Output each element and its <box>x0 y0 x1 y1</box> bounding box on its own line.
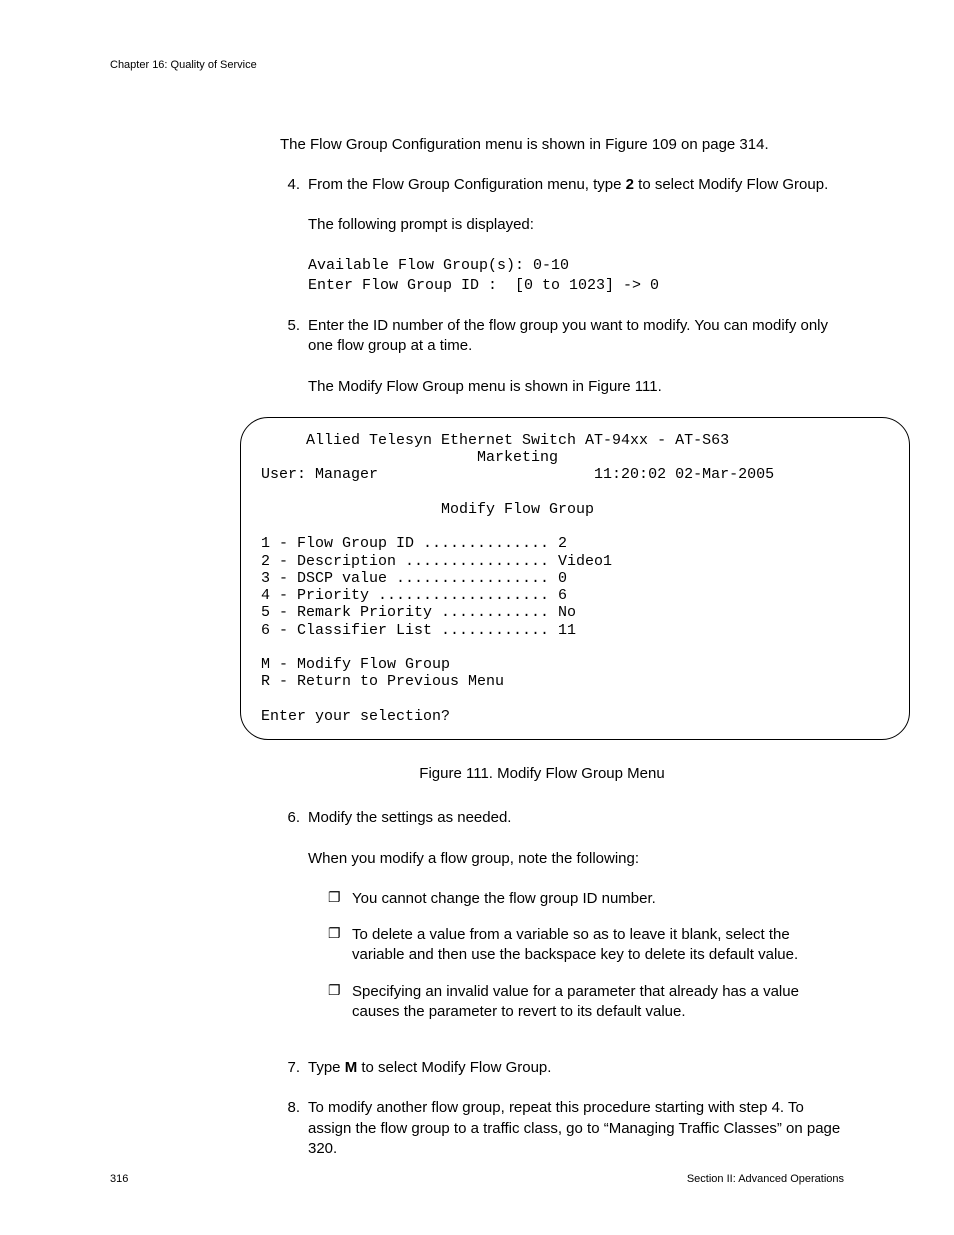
step-number: 7. <box>280 1058 308 1078</box>
step-number: 5. <box>280 316 308 397</box>
figure-caption: Figure 111. Modify Flow Group Menu <box>240 764 844 784</box>
page-footer: 316 Section II: Advanced Operations <box>110 1172 844 1187</box>
step-line: The following prompt is displayed: <box>308 215 844 235</box>
intro-paragraph: The Flow Group Configuration menu is sho… <box>280 135 844 155</box>
step-line: Modify the settings as needed. <box>308 808 844 828</box>
list-item: ❐ You cannot change the flow group ID nu… <box>328 889 844 909</box>
step-line: To modify another flow group, repeat thi… <box>308 1098 844 1159</box>
step-number: 6. <box>280 808 308 1038</box>
step-6: 6. Modify the settings as needed. When y… <box>280 808 844 1038</box>
bullet-icon: ❐ <box>328 889 352 909</box>
bullet-text: To delete a value from a variable so as … <box>352 925 844 966</box>
step-line: The Modify Flow Group menu is shown in F… <box>308 377 844 397</box>
list-item: ❐ To delete a value from a variable so a… <box>328 925 844 966</box>
text-fragment: to select Modify Flow Group. <box>357 1059 551 1076</box>
step-5: 5. Enter the ID number of the flow group… <box>280 316 844 397</box>
bullet-text: Specifying an invalid value for a parame… <box>352 982 844 1023</box>
step-line: Type M to select Modify Flow Group. <box>308 1058 844 1078</box>
bullet-list: ❐ You cannot change the flow group ID nu… <box>328 889 844 1022</box>
bullet-text: You cannot change the flow group ID numb… <box>352 889 844 909</box>
step-line: From the Flow Group Configuration menu, … <box>308 175 844 195</box>
main-content: The Flow Group Configuration menu is sho… <box>280 135 844 1159</box>
step-line: When you modify a flow group, note the f… <box>308 849 844 869</box>
bullet-icon: ❐ <box>328 982 352 1023</box>
step-number: 4. <box>280 175 308 296</box>
step-line: Enter the ID number of the flow group yo… <box>308 316 844 357</box>
cli-prompt: Available Flow Group(s): 0-10 Enter Flow… <box>308 256 844 297</box>
step-4: 4. From the Flow Group Configuration men… <box>280 175 844 296</box>
chapter-header: Chapter 16: Quality of Service <box>110 58 844 73</box>
step-number: 8. <box>280 1098 308 1159</box>
list-item: ❐ Specifying an invalid value for a para… <box>328 982 844 1023</box>
step-7: 7. Type M to select Modify Flow Group. <box>280 1058 844 1078</box>
bold-key: M <box>345 1059 358 1076</box>
text-fragment: From the Flow Group Configuration menu, … <box>308 176 626 193</box>
page-number: 316 <box>110 1172 128 1187</box>
text-fragment: Type <box>308 1059 345 1076</box>
bullet-icon: ❐ <box>328 925 352 966</box>
terminal-menu: Allied Telesyn Ethernet Switch AT-94xx -… <box>240 417 910 740</box>
text-fragment: to select Modify Flow Group. <box>634 176 828 193</box>
step-8: 8. To modify another flow group, repeat … <box>280 1098 844 1159</box>
bold-key: 2 <box>626 176 634 193</box>
section-label: Section II: Advanced Operations <box>687 1172 844 1187</box>
